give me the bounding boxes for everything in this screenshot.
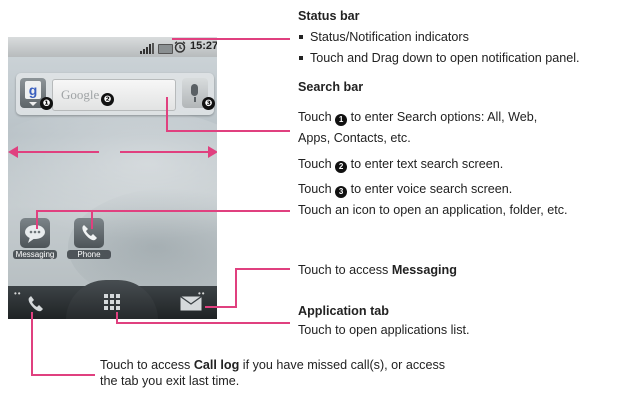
icon-leader <box>36 210 290 212</box>
marker-two-inline: 2 <box>335 161 348 173</box>
swipe-right-arrow-shaft <box>120 151 212 153</box>
alarm-icon <box>174 41 186 53</box>
swipe-left-arrowhead <box>8 146 18 158</box>
status-bar-bullet-2: Touch and Drag down to open notification… <box>298 51 580 66</box>
call-log-hint-line2: the tab you exit last time. <box>100 374 240 388</box>
marker-one: ❶ <box>40 97 53 110</box>
status-bar[interactable]: 15:27 <box>8 37 217 57</box>
call-log-icon[interactable] <box>26 295 46 313</box>
dropdown-triangle-icon <box>29 102 37 106</box>
icon-leader-left-vertical <box>36 211 38 229</box>
marker-three-inline: 3 <box>335 186 348 198</box>
phone-icon <box>74 218 104 248</box>
envelope-icon[interactable] <box>180 296 202 311</box>
application-tab-heading: Application tab <box>298 304 389 318</box>
calllog-leader-vertical <box>31 312 33 376</box>
search-line-1b: Apps, Contacts, etc. <box>298 131 411 145</box>
swipe-right-arrowhead <box>208 146 217 158</box>
app-grid-icon[interactable] <box>104 294 120 310</box>
status-clock: 15:27 <box>190 40 217 52</box>
app-messaging[interactable]: Messaging <box>13 218 57 259</box>
app-phone[interactable]: Phone <box>67 218 111 259</box>
calllog-leader <box>31 374 95 376</box>
apptab-leader <box>116 322 290 324</box>
swipe-left-arrow-shaft <box>11 151 99 153</box>
signal-icon <box>140 43 154 54</box>
search-bar-leader <box>166 130 290 132</box>
app-label-phone: Phone <box>67 250 111 259</box>
microphone-stand <box>194 97 196 102</box>
search-line-2: Touch 2 to enter text search screen. <box>298 157 504 173</box>
dock-dots-left: •• <box>14 289 22 298</box>
search-bar-leader-vertical <box>166 97 168 132</box>
text-search-field[interactable]: Google <box>52 79 176 111</box>
marker-three: ❸ <box>202 97 215 110</box>
icon-leader-right-vertical <box>91 211 93 229</box>
microphone-icon <box>191 84 198 96</box>
messaging-leader-top <box>235 268 290 270</box>
call-log-hint-line1: Touch to access Call log if you have mis… <box>100 358 446 372</box>
google-g-icon: g <box>25 81 41 99</box>
status-bar-heading: Status bar <box>298 9 360 23</box>
app-label-messaging: Messaging <box>13 250 57 259</box>
messaging-leader-bottom <box>205 306 237 308</box>
search-line-3: Touch 3 to enter voice search screen. <box>298 182 513 198</box>
search-line-1: Touch 1 to enter Search options: All, We… <box>298 110 538 126</box>
status-bar-bullet-1: Status/Notification indicators <box>298 30 469 45</box>
messaging-leader-vertical <box>235 268 237 308</box>
marker-two: ❷ <box>101 93 114 106</box>
dock: •• •• <box>8 280 217 319</box>
search-bar-widget: g Google ❶ ❷ ❸ <box>16 73 215 115</box>
battery-icon <box>158 44 173 54</box>
application-tab-text: Touch to open applications list. <box>298 323 470 337</box>
phone-home-screen: 15:27 g Google ❶ ❷ ❸ Messaging Phone •• … <box>8 37 217 319</box>
google-logo-text: Google <box>61 87 100 102</box>
status-bar-leader <box>172 38 290 40</box>
icon-hint: Touch an icon to open an application, fo… <box>298 203 568 217</box>
messaging-icon <box>20 218 50 248</box>
messaging-hint: Touch to access Messaging <box>298 263 457 277</box>
marker-one-inline: 1 <box>335 114 348 126</box>
search-bar-heading: Search bar <box>298 80 364 94</box>
